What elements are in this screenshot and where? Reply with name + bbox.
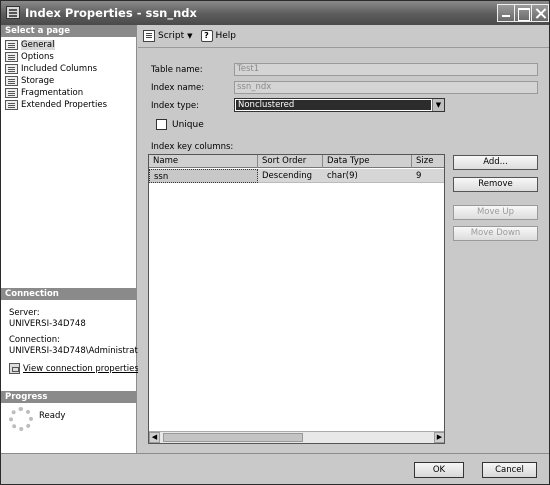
table-name-label: Table name: <box>151 65 203 75</box>
grid-header: Name Sort Order Data Type Size <box>149 155 444 168</box>
page-icon <box>5 100 18 110</box>
left-pane: Select a page General Options Included C… <box>1 25 147 453</box>
index-name-field[interactable]: ssn_ndx <box>234 81 538 94</box>
view-connection-properties[interactable]: View connection properties <box>9 363 139 374</box>
move-up-button[interactable]: Move Up <box>453 205 538 220</box>
unique-label: Unique <box>172 119 204 130</box>
chevron-down-icon[interactable]: ▼ <box>432 99 444 111</box>
script-button[interactable]: Script ▼ <box>143 30 193 42</box>
page-icon <box>5 76 18 86</box>
help-label: Help <box>215 31 237 41</box>
add-button[interactable]: Add... <box>453 155 538 170</box>
connection-label: Connection: <box>9 335 60 345</box>
remove-button[interactable]: Remove <box>453 177 538 192</box>
help-icon: ? <box>200 30 213 42</box>
server-label: Server: <box>9 308 40 318</box>
cell-name[interactable]: ssn <box>149 169 258 183</box>
dialog-footer: OK Cancel <box>1 453 549 484</box>
page-item-extended-properties[interactable]: Extended Properties <box>5 99 107 111</box>
index-key-columns-grid[interactable]: Name Sort Order Data Type Size ssn Desce… <box>148 154 445 444</box>
select-page-header: Select a page <box>1 25 136 37</box>
connection-header: Connection <box>1 288 136 300</box>
unique-checkbox[interactable] <box>156 119 167 130</box>
page-item-label: Included Columns <box>21 64 98 74</box>
column-header-data-type[interactable]: Data Type <box>323 155 412 168</box>
script-icon <box>143 30 155 42</box>
cell-sort-order[interactable]: Descending <box>258 169 323 183</box>
scroll-thumb[interactable] <box>163 433 303 442</box>
cell-size: 9 <box>416 171 422 181</box>
minimize-button[interactable] <box>497 4 515 22</box>
cell-data-type: char(9) <box>327 171 358 181</box>
page-item-label: Fragmentation <box>21 88 84 98</box>
page-item-general[interactable]: General <box>5 39 55 51</box>
cancel-button[interactable]: Cancel <box>482 462 537 478</box>
page-item-options[interactable]: Options <box>5 51 54 63</box>
toolbar: Script ▼ ? Help <box>138 25 549 47</box>
column-header-name[interactable]: Name <box>149 155 258 168</box>
script-label: Script <box>158 31 185 41</box>
column-header-sort-order[interactable]: Sort Order <box>258 155 323 168</box>
page-item-label: Options <box>21 52 54 62</box>
table-row[interactable]: ssn Descending char(9) 9 <box>149 169 444 183</box>
page-icon <box>5 52 18 62</box>
move-down-button[interactable]: Move Down <box>453 226 538 241</box>
chevron-down-icon[interactable]: ▼ <box>187 32 192 40</box>
window-title: Index Properties - ssn_ndx <box>25 6 197 20</box>
index-properties-window: Index Properties - ssn_ndx Select a page… <box>0 0 550 485</box>
right-pane: Script ▼ ? Help Table name: Test1 Index … <box>138 25 549 453</box>
page-icon <box>5 64 18 74</box>
index-type-value: Nonclustered <box>236 100 431 110</box>
page-icon <box>5 88 18 98</box>
index-key-columns-label: Index key columns: <box>151 142 234 152</box>
page-item-label: Extended Properties <box>21 100 108 110</box>
table-name-field: Test1 <box>234 63 538 76</box>
server-value: UNIVERSI-34D748 <box>9 319 86 329</box>
page-item-fragmentation[interactable]: Fragmentation <box>5 87 83 99</box>
column-header-size[interactable]: Size <box>412 155 444 168</box>
progress-header: Progress <box>1 391 136 403</box>
scroll-left-icon[interactable]: ◀ <box>149 432 160 443</box>
scroll-right-icon[interactable]: ▶ <box>434 432 444 443</box>
title-bar[interactable]: Index Properties - ssn_ndx <box>1 1 549 25</box>
index-type-select[interactable]: Nonclustered ▼ <box>234 98 445 112</box>
connection-value: UNIVERSI-34D748\Administrator <box>9 346 147 356</box>
maximize-button[interactable] <box>514 4 532 22</box>
close-button[interactable] <box>531 4 549 22</box>
view-connection-properties-link[interactable]: View connection properties <box>23 364 139 374</box>
unique-checkbox-row[interactable]: Unique <box>156 119 204 130</box>
help-button[interactable]: ? Help <box>200 30 237 42</box>
page-item-included-columns[interactable]: Included Columns <box>5 63 97 75</box>
progress-spinner-icon <box>9 407 33 431</box>
horizontal-scrollbar[interactable]: ◀ ▶ <box>149 431 444 443</box>
page-item-label: Storage <box>21 76 55 86</box>
page-item-storage[interactable]: Storage <box>5 75 54 87</box>
index-type-label: Index type: <box>151 101 199 111</box>
progress-status: Ready <box>39 411 66 421</box>
window-icon <box>6 6 20 19</box>
page-item-label: General <box>21 40 55 50</box>
page-icon <box>5 40 18 50</box>
ok-button[interactable]: OK <box>414 462 464 478</box>
index-name-label: Index name: <box>151 83 205 93</box>
connection-properties-icon <box>9 363 20 374</box>
toolbar-divider <box>138 47 549 48</box>
